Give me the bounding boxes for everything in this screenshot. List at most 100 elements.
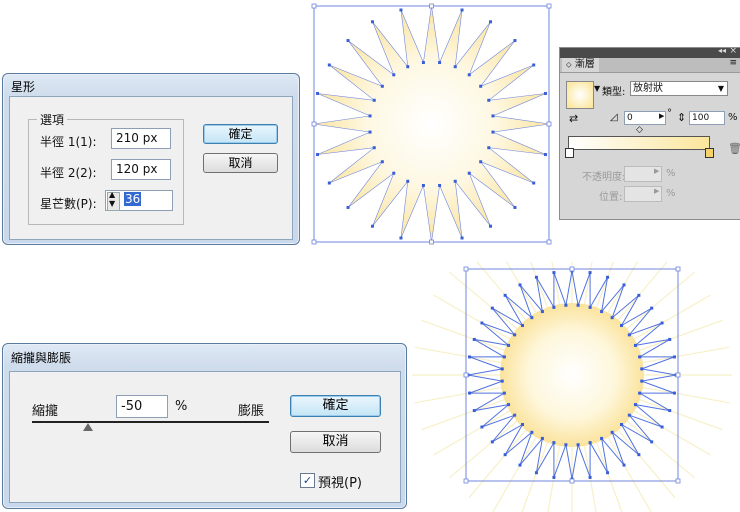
- panel-menu-icon[interactable]: ≡: [729, 58, 737, 68]
- pucker-bloat-dialog: 縮攏與膨脹 縮攏 -50 % 膨脹 確定 取消 ✓ 預視(P): [2, 343, 407, 509]
- slider-track[interactable]: [32, 421, 269, 423]
- radius2-field[interactable]: 120 px: [111, 159, 171, 180]
- color-stop-start[interactable]: [565, 148, 574, 158]
- anchor-point: [327, 63, 331, 67]
- bbox-handle[interactable]: [311, 3, 317, 9]
- anchor-point: [406, 179, 410, 183]
- anchor-point: [460, 8, 464, 12]
- anchor-point: [564, 303, 568, 307]
- anchor-point: [491, 114, 495, 118]
- spinner-up-icon[interactable]: ▲: [109, 190, 115, 199]
- bbox-handle[interactable]: [463, 478, 469, 484]
- anchor-point: [472, 337, 476, 341]
- bbox-handle[interactable]: [675, 372, 681, 378]
- tab-gradient[interactable]: ⬦ 漸層: [562, 58, 599, 72]
- spike[interactable]: [553, 272, 567, 308]
- close-icon[interactable]: ×: [729, 46, 737, 56]
- ok-button[interactable]: 確定: [203, 124, 278, 144]
- bbox-handle[interactable]: [546, 239, 552, 245]
- bbox-handle[interactable]: [429, 3, 434, 9]
- bbox-handle[interactable]: [311, 121, 317, 127]
- anchor-point: [638, 355, 642, 359]
- spike[interactable]: [639, 380, 675, 394]
- star-artwork: [311, 3, 552, 245]
- cancel-button[interactable]: 取消: [290, 431, 381, 453]
- anchor-point: [453, 179, 457, 183]
- preview-ray: [521, 431, 553, 512]
- preview-ray: [630, 384, 730, 404]
- anchor-point: [576, 303, 580, 307]
- type-select[interactable]: 放射狀 ▼: [630, 81, 728, 96]
- bbox-handle[interactable]: [463, 372, 469, 378]
- delete-stop-icon[interactable]: 🗑: [728, 142, 740, 155]
- spike[interactable]: [469, 356, 505, 370]
- location-percent: %: [666, 188, 676, 199]
- spinner-down-icon[interactable]: ▼: [109, 199, 115, 208]
- anchor-point: [633, 403, 637, 407]
- anchor-point: [640, 379, 644, 383]
- collapse-icon[interactable]: ◂◂: [718, 46, 726, 55]
- spike[interactable]: [639, 356, 675, 370]
- preview-ray: [591, 431, 623, 512]
- anchor-point: [489, 20, 492, 24]
- angle-icon: ◿: [610, 112, 618, 123]
- star-dialog: 星形 選項 半徑 1(1): 210 px 半徑 2(2): 120 px 星芒…: [2, 73, 300, 245]
- preview-checkbox[interactable]: ✓: [300, 473, 315, 488]
- reverse-gradient-icon[interactable]: ⇄: [569, 112, 578, 125]
- anchor-point: [421, 61, 425, 65]
- midpoint-diamond-icon[interactable]: ◇: [636, 125, 643, 135]
- bbox-handle[interactable]: [675, 266, 681, 272]
- anchor-point: [392, 171, 396, 175]
- bbox-handle[interactable]: [546, 3, 552, 9]
- ratio-value: 100: [692, 113, 710, 123]
- color-stop-end[interactable]: [705, 148, 714, 158]
- bbox-handle[interactable]: [463, 266, 469, 272]
- anchor-point: [552, 441, 556, 445]
- bbox-handle[interactable]: [569, 478, 575, 484]
- anchor-point: [507, 343, 511, 347]
- anchor-point: [372, 98, 376, 102]
- anchor-point: [467, 171, 471, 175]
- anchor-point: [316, 153, 320, 157]
- swatch-dropdown-icon[interactable]: ▼: [594, 84, 600, 93]
- tab-label: 漸層: [574, 59, 595, 70]
- anchor-point: [600, 310, 604, 314]
- aspect-ratio-icon: ⇕: [677, 111, 687, 124]
- opacity-label: 不透明度:: [582, 172, 626, 183]
- ok-button[interactable]: 確定: [290, 395, 381, 417]
- points-spinner[interactable]: ▲ ▼: [107, 190, 120, 211]
- radius1-field[interactable]: 210 px: [111, 128, 171, 149]
- anchor-point: [490, 440, 494, 444]
- bbox-handle[interactable]: [569, 266, 575, 272]
- cancel-button[interactable]: 取消: [203, 153, 278, 173]
- anchor-point: [534, 275, 538, 279]
- spike[interactable]: [469, 380, 505, 394]
- bbox-handle[interactable]: [429, 239, 434, 245]
- anchor-point: [540, 436, 544, 440]
- dialog-title: 縮攏與膨脹: [11, 351, 72, 365]
- options-group-label: 選項: [37, 111, 68, 128]
- anchor-point: [606, 471, 610, 475]
- degree-symbol: °: [667, 108, 672, 119]
- spike[interactable]: [553, 442, 567, 478]
- slider-thumb[interactable]: [83, 423, 93, 431]
- ratio-field[interactable]: 100: [689, 111, 725, 125]
- panel-title-bar[interactable]: ◂◂ ×: [560, 46, 740, 58]
- anchor-point: [368, 114, 372, 118]
- gradient-swatch[interactable]: [566, 81, 594, 109]
- anchor-point: [668, 409, 672, 413]
- anchor-point: [534, 471, 538, 475]
- gradient-ramp[interactable]: [568, 136, 710, 150]
- anchor-point: [503, 453, 507, 457]
- anchor-point: [489, 224, 492, 228]
- bbox-handle[interactable]: [311, 239, 317, 245]
- bbox-handle[interactable]: [546, 121, 552, 127]
- angle-dropdown-icon[interactable]: ▶: [659, 112, 664, 120]
- bbox-handle[interactable]: [675, 478, 681, 484]
- ratio-percent: %: [728, 112, 738, 123]
- spike[interactable]: [577, 272, 591, 308]
- anchor-point: [500, 379, 504, 383]
- amount-field[interactable]: -50: [116, 395, 168, 418]
- spike[interactable]: [577, 442, 591, 478]
- anchor-point: [399, 236, 403, 240]
